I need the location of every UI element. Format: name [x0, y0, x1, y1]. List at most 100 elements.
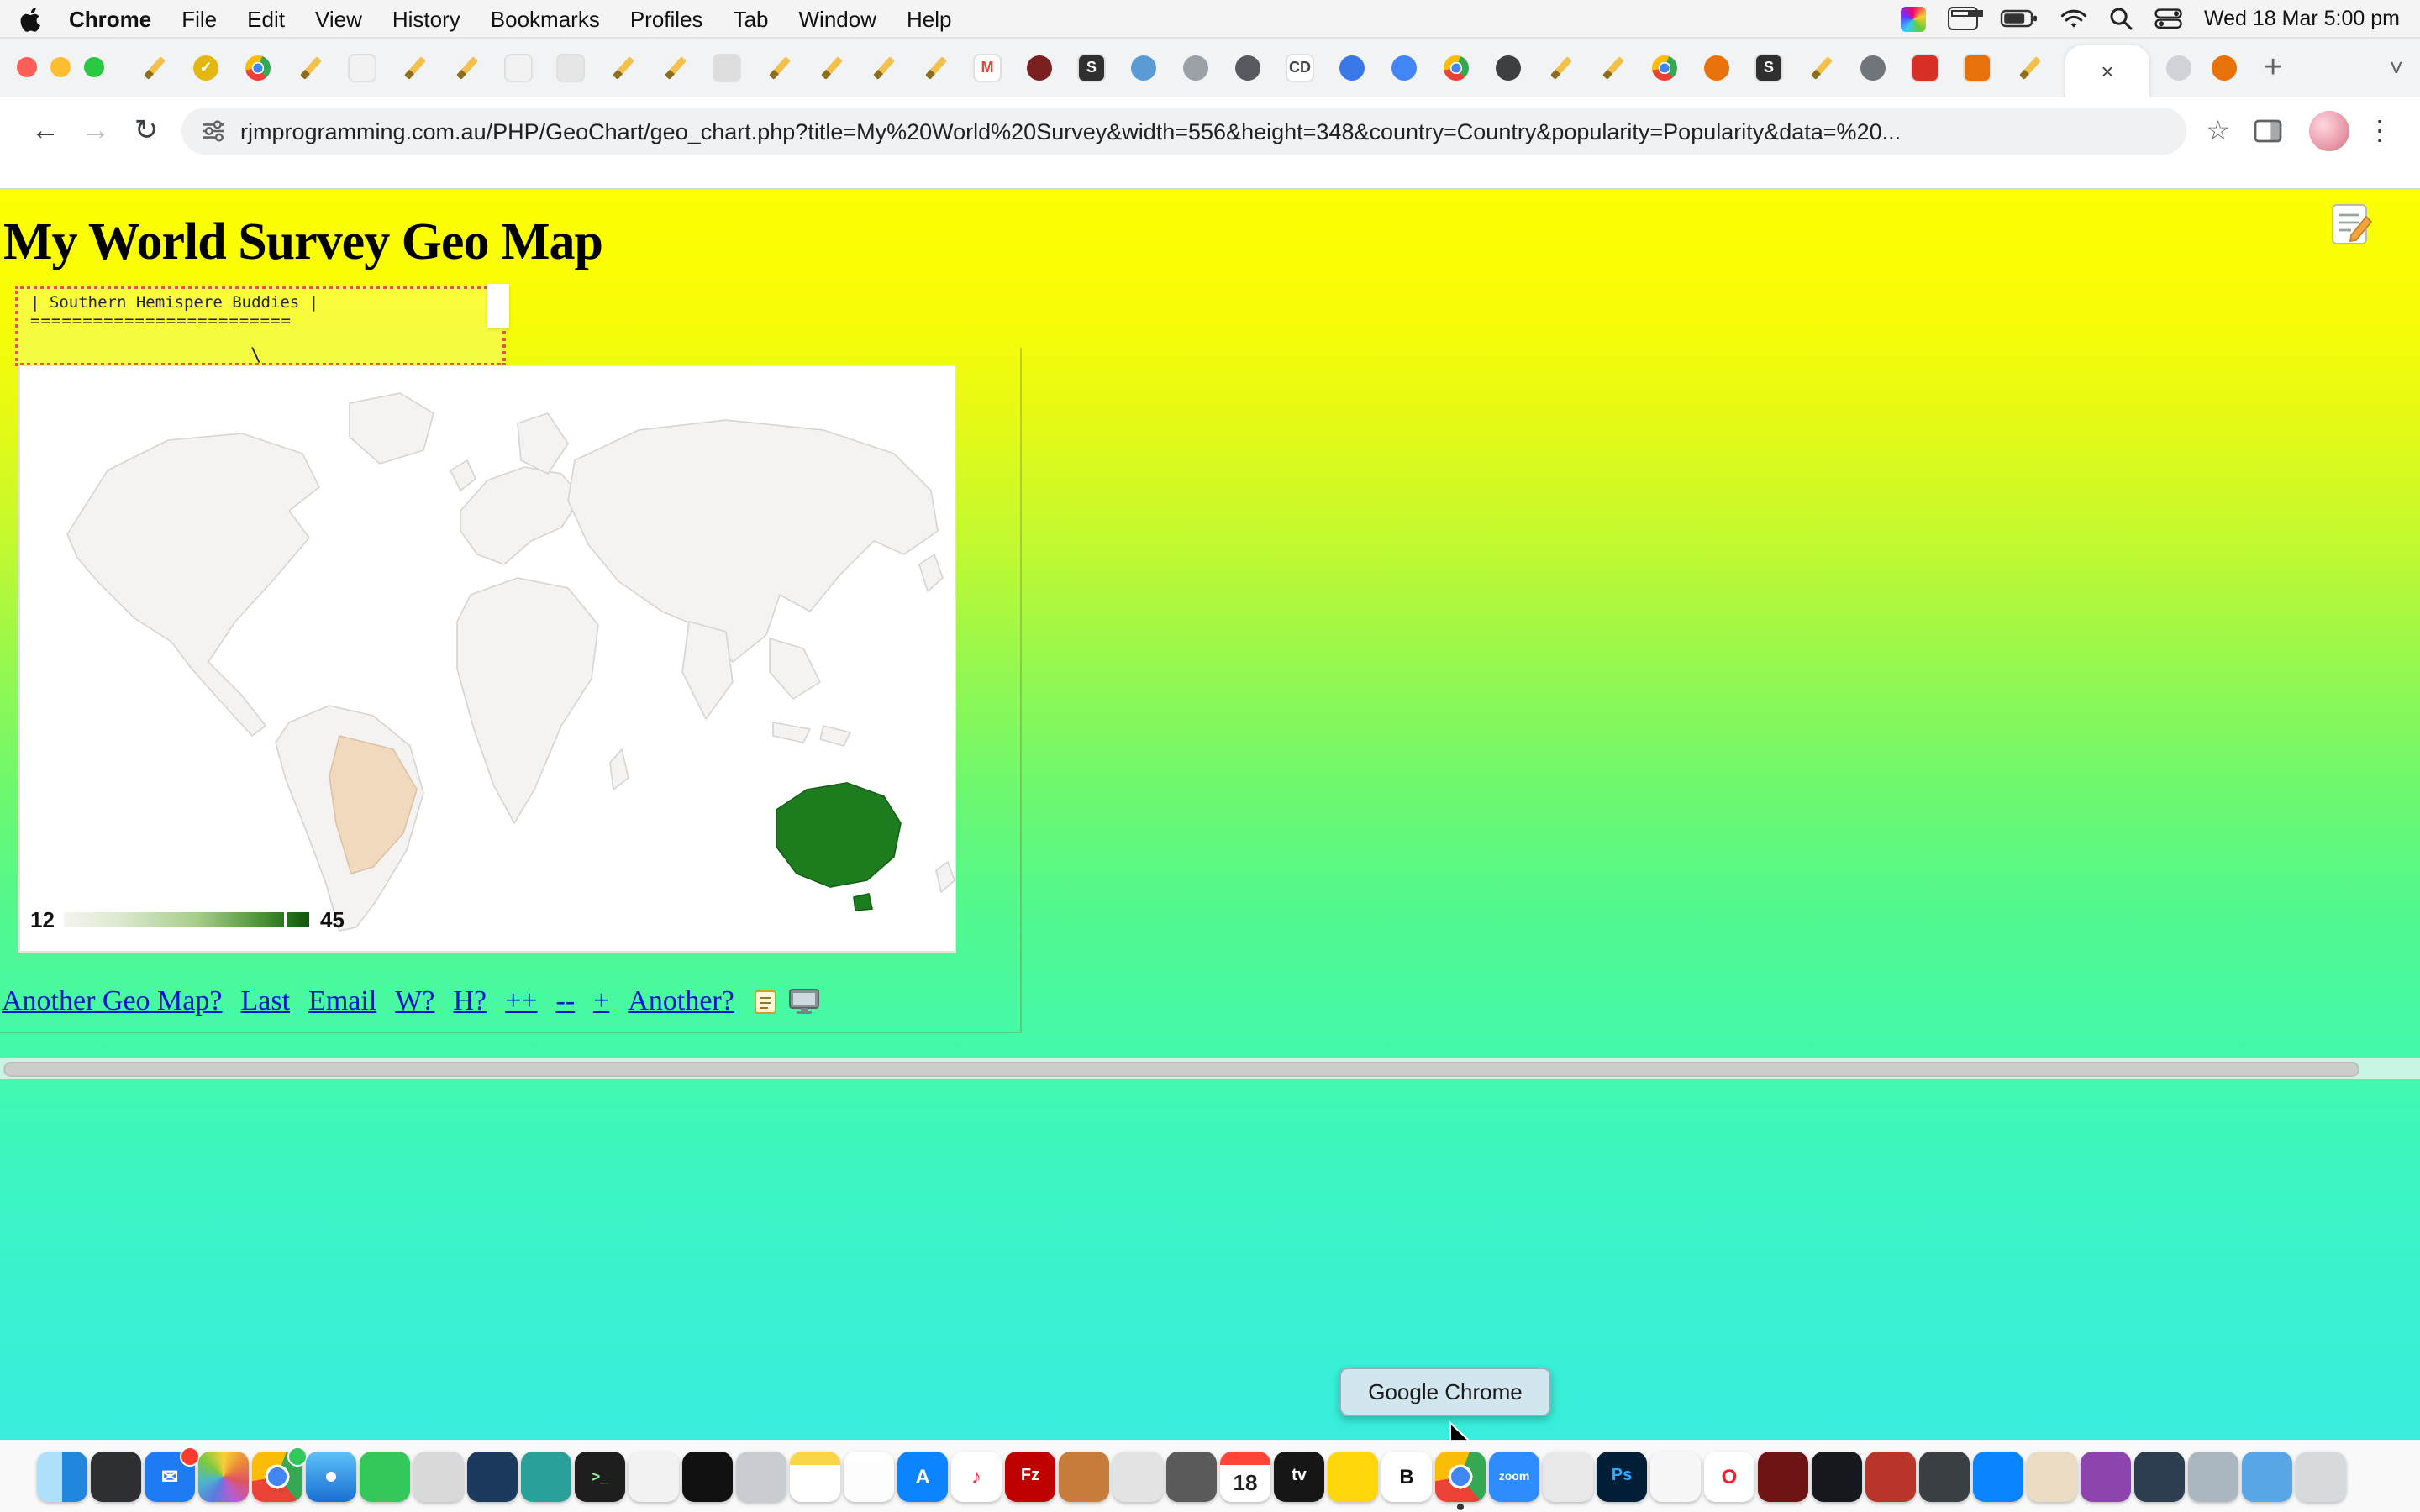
dock-app[interactable]	[736, 1452, 786, 1502]
tab-favicon[interactable]	[297, 55, 323, 80]
dock-bbedit[interactable]: B	[1381, 1452, 1432, 1502]
tab-favicon[interactable]	[350, 55, 375, 80]
page-link-6[interactable]: ++	[505, 984, 537, 1018]
menu-item-window[interactable]: Window	[799, 6, 877, 31]
battery-icon[interactable]	[1999, 8, 2038, 29]
tab-favicon[interactable]	[1860, 55, 1886, 80]
browser-menu-button[interactable]: ⋮	[2366, 114, 2393, 148]
tab-favicon[interactable]	[506, 55, 531, 80]
tab-favicon[interactable]	[1131, 55, 1156, 80]
dock-app[interactable]	[1543, 1452, 1593, 1502]
side-panel-icon[interactable]	[2254, 119, 2282, 143]
tab-favicon[interactable]: M	[975, 55, 1000, 80]
dock-app[interactable]	[1973, 1452, 2023, 1502]
dock-terminal[interactable]: >_	[575, 1452, 625, 1502]
tab-favicon[interactable]	[662, 55, 687, 80]
dock-app[interactable]	[1919, 1452, 1970, 1502]
tab-favicon[interactable]: S	[1756, 55, 1781, 80]
tab-favicon[interactable]	[2017, 55, 2042, 80]
traffic-light-minimize[interactable]	[50, 57, 71, 77]
tab-favicon[interactable]	[2212, 55, 2237, 80]
dock-app[interactable]	[682, 1452, 733, 1502]
dock-notes[interactable]	[790, 1452, 840, 1502]
geochart-panel[interactable]: 12 45	[18, 365, 956, 953]
page-link-9[interactable]: Another?	[628, 984, 734, 1018]
tab-favicon[interactable]	[1496, 55, 1521, 80]
dock-zoom[interactable]: zoom	[1489, 1452, 1539, 1502]
dock-safari[interactable]	[306, 1452, 356, 1502]
tab-favicon[interactable]	[1392, 55, 1417, 80]
menu-item-help[interactable]: Help	[907, 6, 952, 31]
dock-app[interactable]	[2027, 1452, 2077, 1502]
menu-clock[interactable]: Wed 18 Mar 5:00 pm	[2204, 7, 2400, 30]
dock-app[interactable]	[1758, 1452, 1808, 1502]
dock-app[interactable]	[467, 1452, 518, 1502]
tab-favicon[interactable]	[1183, 55, 1208, 80]
tab-favicon[interactable]: ✓	[193, 55, 218, 80]
dock-opera[interactable]: O	[1704, 1452, 1754, 1502]
tab-favicon[interactable]	[245, 55, 271, 80]
tab-favicon[interactable]	[1339, 55, 1365, 80]
apple-menu[interactable]	[20, 6, 42, 31]
tab-favicon[interactable]	[1444, 55, 1469, 80]
tab-favicon[interactable]	[610, 55, 635, 80]
reload-button[interactable]: ↻	[121, 114, 171, 148]
menu-item-tab[interactable]: Tab	[734, 6, 769, 31]
dock-calendar[interactable]: 18	[1220, 1452, 1270, 1502]
tab-favicon[interactable]	[871, 55, 896, 80]
tab-favicon[interactable]	[1027, 55, 1052, 80]
menu-item-file[interactable]: File	[182, 6, 217, 31]
menu-item-history[interactable]: History	[392, 6, 460, 31]
wifi-icon[interactable]	[2060, 8, 2086, 29]
screen-app-icon[interactable]	[1900, 6, 1925, 31]
dock-finder[interactable]	[37, 1452, 87, 1502]
page-link-2[interactable]: Last	[241, 984, 291, 1018]
tab-favicon[interactable]	[818, 55, 844, 80]
tab-favicon[interactable]	[714, 55, 739, 80]
page-link-1[interactable]: Another Geo Map?	[2, 984, 223, 1018]
dock-app[interactable]	[629, 1452, 679, 1502]
dock-launchpad[interactable]	[91, 1452, 141, 1502]
tab-search-chevron[interactable]: ˅	[2390, 54, 2403, 81]
traffic-light-zoom[interactable]	[84, 57, 104, 77]
dock-app[interactable]	[1113, 1452, 1163, 1502]
dock-chrome[interactable]	[252, 1452, 302, 1502]
dock-photoshop[interactable]: Ps	[1597, 1452, 1647, 1502]
tab-favicon[interactable]	[558, 55, 583, 80]
url-bar[interactable]: rjmprogramming.com.au/PHP/GeoChart/geo_c…	[182, 108, 2186, 155]
tab-favicon[interactable]	[923, 55, 948, 80]
horizontal-scrollbar-thumb[interactable]	[3, 1062, 2360, 1077]
page-link-3[interactable]: Email	[308, 984, 376, 1018]
tab-close-button[interactable]: ×	[2101, 60, 2113, 82]
url-text[interactable]: rjmprogramming.com.au/PHP/GeoChart/geo_c…	[240, 118, 1901, 144]
dock-github[interactable]	[1650, 1452, 1701, 1502]
control-center-icon[interactable]	[2154, 8, 2182, 29]
menu-item-bookmarks[interactable]: Bookmarks	[491, 6, 600, 31]
notepad-icon[interactable]	[753, 988, 778, 1015]
dock-app[interactable]	[1166, 1452, 1217, 1502]
dock-app[interactable]	[521, 1452, 571, 1502]
world-map[interactable]	[20, 366, 955, 951]
menu-item-chrome[interactable]: Chrome	[69, 6, 151, 31]
active-tab[interactable]: ×	[2065, 45, 2149, 97]
tab-favicon[interactable]: S	[1079, 55, 1104, 80]
tab-favicon[interactable]	[454, 55, 479, 80]
page-link-5[interactable]: H?	[453, 984, 487, 1018]
dock-music[interactable]: ♪	[951, 1452, 1002, 1502]
tab-favicon[interactable]	[1548, 55, 1573, 80]
site-settings-icon[interactable]	[202, 119, 225, 143]
traffic-light-close[interactable]	[17, 57, 37, 77]
page-link-7[interactable]: --	[556, 984, 576, 1018]
page-link-8[interactable]: +	[593, 984, 609, 1018]
tab-favicon[interactable]	[2166, 55, 2191, 80]
menu-item-edit[interactable]: Edit	[247, 6, 285, 31]
tab-favicon[interactable]	[1965, 55, 1990, 80]
dock-apple-tv[interactable]: tv	[1274, 1452, 1324, 1502]
dock-app[interactable]	[1865, 1452, 1916, 1502]
tab-favicon[interactable]	[1235, 55, 1260, 80]
dock-folder-blue[interactable]	[2242, 1452, 2292, 1502]
forward-button[interactable]: →	[71, 114, 121, 148]
region-tasmania[interactable]	[854, 894, 872, 911]
back-button[interactable]: ←	[20, 114, 71, 148]
monitor-icon[interactable]	[788, 988, 820, 1015]
